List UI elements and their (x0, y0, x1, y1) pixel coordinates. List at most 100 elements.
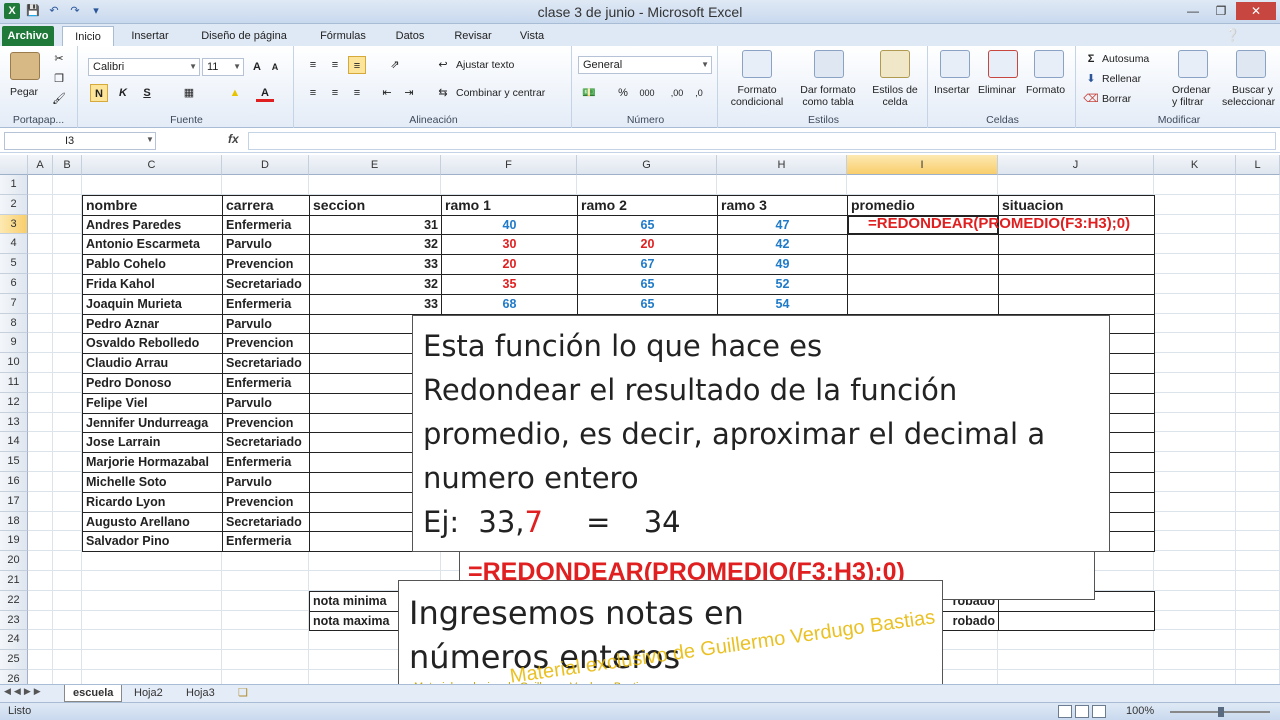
grid-cell[interactable] (1236, 472, 1280, 492)
grid-cell[interactable] (53, 274, 82, 294)
grid-cell[interactable] (53, 353, 82, 373)
carrera-cell[interactable]: Secretariado (222, 511, 310, 533)
grid-cell[interactable] (998, 175, 1154, 195)
row-header[interactable]: 22 (0, 590, 28, 611)
grid-cell[interactable] (53, 214, 82, 235)
autosum-button[interactable]: Autosuma (1102, 53, 1149, 65)
grid-cell[interactable] (1236, 333, 1280, 354)
nombre-cell[interactable]: Joaquin Murieta (82, 293, 223, 315)
promedio-cell[interactable] (847, 234, 999, 256)
restore-button[interactable]: ❐ (1208, 2, 1234, 20)
underline-button[interactable]: S (138, 84, 156, 102)
table-header-cell[interactable]: promedio (847, 194, 999, 216)
normal-view-icon[interactable] (1058, 705, 1072, 718)
merge-center-icon[interactable]: ⇆ (434, 84, 452, 102)
grid-cell[interactable] (53, 670, 82, 685)
row-header[interactable]: 24 (0, 630, 28, 651)
fill-color-icon[interactable]: ▲ (226, 84, 244, 102)
grid-cell[interactable] (28, 610, 53, 631)
carrera-cell[interactable]: Parvulo (222, 234, 310, 256)
decrease-indent-icon[interactable]: ⇤ (378, 84, 396, 102)
row-header[interactable]: 18 (0, 511, 28, 532)
seccion-cell[interactable]: 33 (309, 254, 442, 275)
decrease-decimal-button[interactable]: ,0 (690, 84, 708, 102)
grid-cell[interactable] (28, 551, 53, 571)
grid-cell[interactable] (82, 670, 222, 685)
column-header[interactable]: H (717, 155, 847, 175)
situacion-cell[interactable] (998, 274, 1155, 295)
grid-cell[interactable] (82, 590, 222, 611)
format-cells-icon[interactable] (1034, 50, 1064, 78)
fill-button[interactable]: Rellenar (1102, 73, 1141, 85)
grid-cell[interactable] (28, 511, 53, 532)
grid-cell[interactable] (1154, 571, 1236, 591)
merge-center-button[interactable]: Combinar y centrar (456, 87, 545, 99)
grid-cell[interactable] (1154, 194, 1236, 215)
grid-cell[interactable] (53, 630, 82, 651)
grid-cell[interactable] (1154, 472, 1236, 492)
grid-cell[interactable] (998, 630, 1154, 651)
grid-cell[interactable] (53, 194, 82, 215)
ramo1-cell[interactable]: 30 (441, 234, 578, 256)
column-header[interactable]: D (222, 155, 309, 175)
chevron-down-icon[interactable]: ▼ (146, 135, 154, 144)
grid-cell[interactable] (28, 353, 53, 373)
sheet-tab-escuela[interactable]: escuela (64, 685, 123, 702)
grid-cell[interactable] (53, 234, 82, 255)
fill-icon[interactable]: ⬇ (1082, 70, 1100, 88)
grid-cell[interactable] (998, 650, 1154, 670)
formula-input[interactable] (248, 132, 1276, 150)
page-break-view-icon[interactable] (1092, 705, 1106, 718)
insert-cells-button[interactable]: Insertar (934, 84, 970, 96)
promedio-cell[interactable] (847, 254, 999, 275)
carrera-cell[interactable]: Parvulo (222, 313, 310, 335)
row-header[interactable]: 1 (0, 175, 28, 195)
grid-cell[interactable] (222, 650, 309, 670)
grid-cell[interactable] (1236, 571, 1280, 591)
grid-cell[interactable] (1236, 274, 1280, 294)
tab-vista[interactable]: Vista (510, 26, 554, 46)
carrera-cell[interactable]: Enfermeria (222, 373, 310, 394)
seccion-cell[interactable]: 32 (309, 274, 442, 295)
grid-cell[interactable] (28, 373, 53, 393)
find-select-label-2[interactable]: seleccionar (1222, 96, 1275, 108)
carrera-cell[interactable]: Parvulo (222, 392, 310, 414)
grid-cell[interactable] (1236, 590, 1280, 611)
carrera-cell[interactable]: Prevencion (222, 412, 310, 434)
situacion-cell[interactable] (998, 254, 1155, 275)
grid-cell[interactable] (1236, 254, 1280, 274)
column-header[interactable]: J (998, 155, 1154, 175)
grid-cell[interactable] (53, 590, 82, 611)
reprobado-value[interactable] (998, 610, 1155, 632)
sort-filter-label-2[interactable]: y filtrar (1172, 96, 1204, 108)
nombre-cell[interactable]: Claudio Arrau (82, 353, 223, 374)
conditional-format-label-2[interactable]: condicional (726, 96, 788, 108)
grid-cell[interactable] (82, 551, 222, 571)
table-header-cell[interactable]: ramo 3 (717, 194, 848, 216)
grid-cell[interactable] (28, 274, 53, 294)
autosum-icon[interactable]: Σ (1082, 50, 1100, 68)
align-bottom-icon[interactable]: ≡ (348, 56, 366, 74)
borders-icon[interactable]: ▦ (180, 84, 198, 102)
nombre-cell[interactable]: Ricardo Lyon (82, 491, 223, 513)
grid-cell[interactable] (1236, 491, 1280, 512)
grid-cell[interactable] (53, 452, 82, 472)
nombre-cell[interactable]: Pedro Aznar (82, 313, 223, 335)
grid-cell[interactable] (1236, 432, 1280, 453)
carrera-cell[interactable]: Secretariado (222, 353, 310, 374)
carrera-cell[interactable]: Enfermeria (222, 214, 310, 236)
paste-button[interactable]: Pegar (10, 86, 38, 98)
grid-cell[interactable] (53, 412, 82, 433)
grid-cell[interactable] (1236, 531, 1280, 552)
format-painter-icon[interactable]: 🖌 (50, 90, 68, 108)
wrap-text-button[interactable]: Ajustar texto (456, 59, 514, 71)
row-header[interactable]: 10 (0, 353, 28, 373)
column-header[interactable]: K (1154, 155, 1236, 175)
grid-cell[interactable] (1154, 432, 1236, 453)
row-header[interactable]: 3 (0, 214, 28, 235)
grid-cell[interactable] (53, 551, 82, 571)
grid-cell[interactable] (1154, 214, 1236, 235)
ramo1-cell[interactable]: 20 (441, 254, 578, 275)
table-header-cell[interactable]: ramo 1 (441, 194, 578, 216)
new-sheet-icon[interactable]: ❏ (238, 686, 248, 699)
